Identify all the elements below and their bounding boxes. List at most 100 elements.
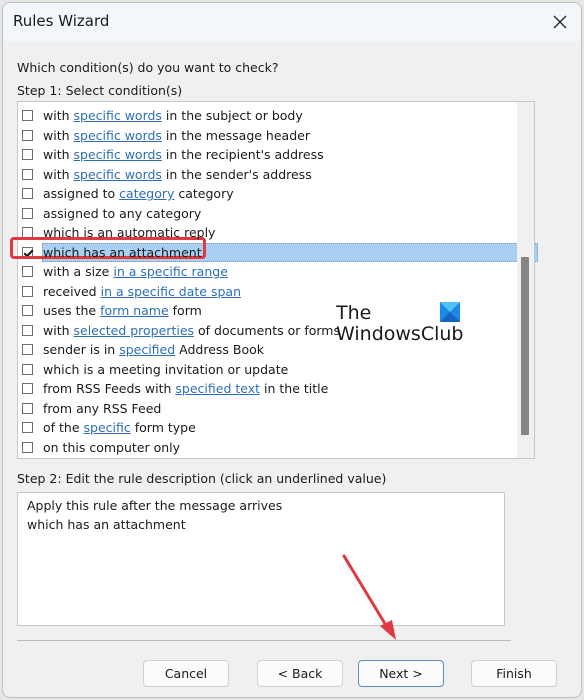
rules-wizard-dialog: Rules Wizard Which condition(s) do you w… — [2, 2, 582, 698]
condition-text-post: in the recipient's address — [161, 147, 324, 163]
condition-text-post: form — [168, 303, 202, 319]
condition-text: with a size in a specific range — [43, 264, 228, 279]
condition-text: received in a specific date span — [43, 284, 241, 299]
condition-item[interactable]: assigned to any category — [18, 204, 520, 224]
condition-text-pre: received — [43, 283, 101, 299]
watermark-line2: WindowsClub — [336, 323, 464, 345]
condition-text: with specific words in the message heade… — [43, 128, 310, 143]
condition-text: uses the form name form — [43, 303, 202, 318]
condition-checkbox[interactable] — [22, 207, 33, 219]
conditions-prompt: Which condition(s) do you want to check? — [17, 60, 279, 75]
condition-item[interactable]: with specific words in the message heade… — [18, 126, 520, 146]
condition-text: with specific words in the sender's addr… — [43, 167, 312, 182]
condition-text-pre: from RSS Feeds with — [43, 381, 176, 397]
condition-value-link[interactable]: in a specific range — [113, 264, 228, 279]
condition-value-link[interactable]: specific words — [74, 167, 162, 182]
condition-checkbox[interactable] — [22, 168, 33, 180]
condition-text: assigned to any category — [43, 206, 201, 221]
condition-item[interactable]: which is an automatic reply — [18, 223, 520, 243]
condition-checkbox[interactable] — [22, 266, 33, 278]
condition-checkbox[interactable] — [22, 129, 33, 141]
step1-label: Step 1: Select condition(s) — [17, 83, 183, 98]
rule-description-box[interactable]: Apply this rule after the message arrive… — [17, 492, 505, 626]
condition-item[interactable]: which has an attachment — [18, 242, 538, 263]
condition-item[interactable]: with specific words in the sender's addr… — [18, 165, 520, 185]
condition-checkbox[interactable] — [22, 422, 33, 434]
condition-value-link[interactable]: specific words — [74, 128, 162, 143]
condition-item[interactable]: with a size in a specific range — [18, 262, 520, 282]
condition-text: with specific words in the recipient's a… — [43, 147, 324, 162]
step2-label: Step 2: Edit the rule description (click… — [17, 471, 387, 486]
condition-text: which is an automatic reply — [43, 225, 215, 240]
condition-checkbox[interactable] — [22, 441, 33, 453]
condition-value-link[interactable]: in a specific date span — [101, 284, 241, 299]
condition-checkbox[interactable] — [22, 383, 33, 395]
condition-text-pre: with — [43, 322, 74, 338]
condition-text-pre: assigned to any category — [43, 205, 202, 221]
condition-value-link[interactable]: specific — [84, 420, 131, 435]
close-icon — [553, 15, 567, 29]
condition-value-link[interactable]: specific words — [74, 108, 162, 123]
condition-text-post: in the sender's address — [161, 166, 312, 182]
condition-item[interactable]: which is a meeting invitation or update — [18, 360, 520, 380]
cancel-button[interactable]: Cancel — [143, 660, 229, 687]
condition-value-link[interactable]: selected properties — [74, 323, 195, 338]
condition-text: from any RSS Feed — [43, 401, 161, 416]
condition-text-pre: with — [43, 108, 74, 124]
scrollbar-thumb[interactable] — [521, 257, 529, 435]
condition-text-post: in the message header — [161, 127, 310, 143]
condition-text-pre: which has an attachment — [43, 244, 202, 260]
condition-item[interactable]: assigned to category category — [18, 184, 520, 204]
condition-item[interactable]: received in a specific date span — [18, 282, 520, 302]
condition-text-pre: sender is in — [43, 342, 120, 358]
condition-text-post: form type — [130, 420, 196, 436]
condition-item[interactable]: of the specific form type — [18, 418, 520, 438]
condition-text-post: in the title — [260, 381, 329, 397]
condition-checkbox[interactable] — [22, 363, 33, 375]
condition-text-pre: with — [43, 166, 74, 182]
condition-value-link[interactable]: form name — [100, 303, 169, 318]
condition-text: sender is in specified Address Book — [43, 342, 264, 357]
windowsclub-logo-icon — [440, 302, 460, 322]
next-button[interactable]: Next > — [358, 660, 444, 687]
condition-checkbox[interactable] — [22, 402, 33, 414]
condition-checkbox[interactable] — [22, 227, 33, 239]
title-bar: Rules Wizard — [3, 3, 581, 41]
condition-checkbox[interactable] — [22, 246, 33, 258]
condition-text-post: in the subject or body — [161, 108, 303, 124]
condition-item[interactable]: with specific words in the subject or bo… — [18, 106, 520, 126]
finish-button[interactable]: Finish — [471, 660, 557, 687]
condition-text-pre: on this computer only — [43, 439, 181, 455]
condition-value-link[interactable]: specified — [119, 342, 175, 357]
conditions-items: with specific words in the subject or bo… — [18, 106, 538, 458]
close-button[interactable] — [545, 7, 575, 37]
scrollbar[interactable] — [517, 102, 534, 458]
condition-checkbox[interactable] — [22, 149, 33, 161]
condition-text-post: of documents or forms — [194, 322, 340, 338]
condition-value-link[interactable]: specified text — [175, 381, 260, 396]
condition-text-pre: from any RSS Feed — [43, 400, 162, 416]
condition-text-post: category — [174, 186, 234, 202]
condition-checkbox[interactable] — [22, 285, 33, 297]
condition-text: which has an attachment — [43, 245, 202, 260]
condition-text: on this computer only — [43, 440, 180, 455]
description-line: Apply this rule after the message arrive… — [27, 498, 283, 513]
condition-item[interactable]: from any RSS Feed — [18, 399, 520, 419]
condition-value-link[interactable]: category — [119, 186, 174, 201]
separator — [17, 640, 511, 641]
condition-checkbox[interactable] — [22, 344, 33, 356]
condition-value-link[interactable]: specific words — [74, 147, 162, 162]
back-button[interactable]: < Back — [257, 660, 343, 687]
condition-text: from RSS Feeds with specified text in th… — [43, 381, 328, 396]
condition-text-pre: with — [43, 147, 74, 163]
condition-checkbox[interactable] — [22, 188, 33, 200]
conditions-list[interactable]: with specific words in the subject or bo… — [17, 101, 538, 459]
condition-checkbox[interactable] — [22, 110, 33, 122]
condition-item[interactable]: from RSS Feeds with specified text in th… — [18, 379, 520, 399]
condition-checkbox[interactable] — [22, 324, 33, 336]
condition-text: assigned to category category — [43, 186, 234, 201]
condition-checkbox[interactable] — [22, 305, 33, 317]
condition-text-pre: with — [43, 127, 74, 143]
condition-item[interactable]: with specific words in the recipient's a… — [18, 145, 520, 165]
condition-item[interactable]: on this computer only — [18, 438, 520, 458]
